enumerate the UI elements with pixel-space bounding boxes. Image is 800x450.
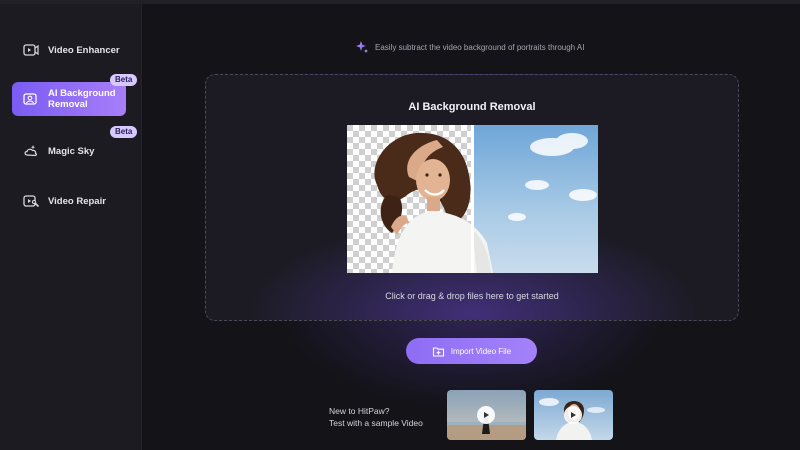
import-button-label: Import Video File (450, 346, 512, 356)
sidebar-item-label: Video Repair (48, 195, 106, 207)
sample-video-thumbnail-1[interactable] (447, 390, 526, 440)
beta-badge: Beta (110, 74, 138, 86)
sparkle-icon (355, 40, 369, 54)
add-file-icon (432, 345, 445, 358)
video-enhancer-icon (22, 41, 40, 59)
sidebar-item-label: Magic Sky (48, 145, 95, 157)
import-video-file-button[interactable]: Import Video File (406, 338, 537, 364)
magic-sky-icon (22, 142, 40, 160)
sidebar-item-video-enhancer[interactable]: Video Enhancer (12, 33, 126, 67)
dropzone-hint: Click or drag & drop files here to get s… (385, 291, 559, 301)
play-icon (477, 406, 495, 424)
play-icon (564, 406, 582, 424)
sample-video-thumbnail-2[interactable] (534, 390, 613, 440)
feature-tip: Easily subtract the video background of … (355, 40, 584, 54)
sidebar-item-label: AI Background Removal (48, 88, 116, 110)
beta-badge: Beta (110, 126, 138, 138)
sidebar-item-video-repair[interactable]: Video Repair (12, 184, 126, 218)
file-drop-zone[interactable]: AI Background Removal Click or drag & dr… (205, 74, 739, 321)
sample-video-prompt: New to HitPaw? Test with a sample Video (329, 405, 423, 429)
sidebar: Video Enhancer AI Background Removal Bet… (0, 4, 142, 450)
sidebar-item-ai-background-removal[interactable]: AI Background Removal (12, 82, 126, 116)
feature-tip-text: Easily subtract the video background of … (375, 42, 585, 52)
before-after-preview (347, 125, 598, 273)
ai-background-removal-icon (22, 90, 40, 108)
sample-line-2: Test with a sample Video (329, 418, 423, 428)
dropzone-title: AI Background Removal (408, 101, 536, 113)
main-panel: Easily subtract the video background of … (143, 4, 800, 450)
sample-line-1: New to HitPaw? (329, 406, 390, 416)
sidebar-item-label: Video Enhancer (48, 44, 120, 56)
video-repair-icon (22, 192, 40, 210)
sidebar-item-magic-sky[interactable]: Magic Sky (12, 134, 126, 168)
